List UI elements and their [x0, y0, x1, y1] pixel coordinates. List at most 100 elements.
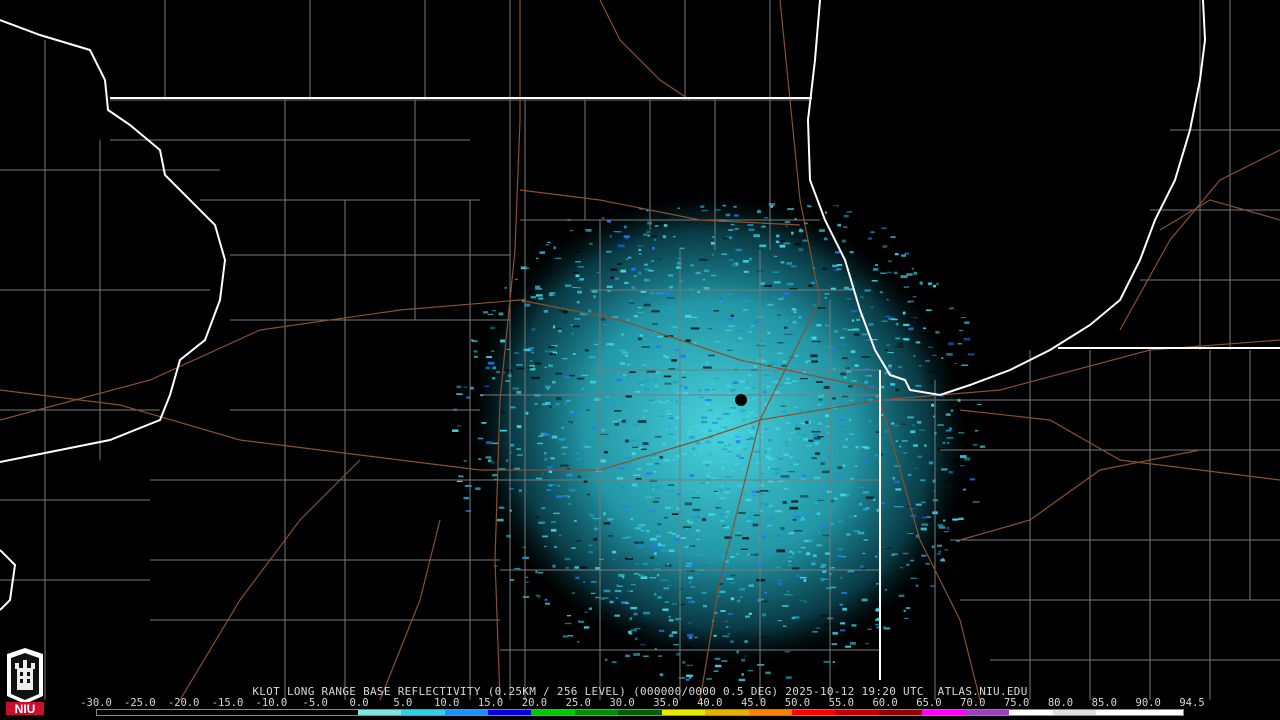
echo-speckle	[919, 282, 923, 285]
echo-gap	[711, 675, 717, 678]
echo-speckle	[752, 397, 757, 400]
echo-speckle	[473, 350, 478, 353]
echo-speckle	[478, 458, 482, 460]
echo-speckle	[964, 457, 971, 461]
echo-speckle	[923, 327, 926, 330]
echo-speckle	[837, 420, 841, 423]
echo-gap	[593, 537, 598, 541]
echo-speckle	[650, 347, 658, 349]
echo-speckle	[890, 383, 896, 386]
echo-speckle	[872, 268, 879, 271]
echo-speckle	[932, 354, 937, 356]
echo-speckle	[569, 230, 574, 232]
echo-gap	[951, 357, 959, 359]
echo-speckle	[564, 495, 568, 497]
echo-speckle	[709, 453, 712, 456]
echo-gap	[572, 591, 582, 593]
echo-speckle	[747, 374, 753, 377]
echo-speckle	[796, 357, 803, 360]
echo-speckle	[865, 507, 870, 510]
echo-speckle	[675, 400, 679, 403]
echo-speckle	[849, 418, 852, 421]
echo-speckle	[910, 559, 915, 562]
echo-speckle	[735, 248, 742, 252]
echo-speckle	[567, 495, 570, 498]
echo-gap	[629, 371, 636, 373]
echo-gap	[632, 446, 639, 448]
echo-speckle	[777, 620, 782, 622]
echo-gap	[664, 382, 672, 385]
scale-label: 35.0	[653, 697, 679, 709]
echo-speckle	[728, 325, 735, 327]
echo-speckle	[743, 493, 747, 496]
echo-speckle	[589, 513, 592, 517]
echo-speckle	[787, 590, 790, 593]
echo-speckle	[625, 654, 630, 658]
echo-speckle	[901, 440, 908, 442]
echo-speckle	[463, 496, 469, 500]
echo-speckle	[711, 422, 718, 424]
echo-speckle	[705, 463, 710, 467]
echo-gap	[723, 194, 728, 197]
echo-gap	[811, 457, 817, 460]
echo-speckle	[789, 464, 793, 466]
echo-speckle	[915, 384, 922, 387]
echo-speckle	[927, 282, 933, 286]
echo-speckle	[963, 337, 971, 341]
echo-speckle	[544, 452, 547, 455]
echo-speckle	[720, 513, 725, 517]
echo-speckle	[588, 544, 593, 547]
echo-speckle	[689, 474, 695, 477]
echo-gap	[749, 553, 759, 556]
echo-gap	[655, 222, 664, 225]
echo-speckle	[749, 431, 755, 434]
echo-speckle	[743, 309, 748, 311]
echo-speckle	[730, 223, 735, 226]
echo-gap	[884, 235, 889, 238]
echo-gap	[822, 534, 830, 537]
echo-speckle	[569, 488, 576, 492]
echo-gap	[742, 656, 750, 658]
echo-speckle	[722, 635, 729, 638]
echo-speckle	[689, 435, 695, 439]
echo-gap	[837, 466, 843, 469]
echo-speckle	[775, 510, 783, 513]
echo-gap	[789, 506, 799, 510]
echo-speckle	[917, 455, 923, 458]
echo-speckle	[849, 641, 856, 645]
echo-gap	[569, 374, 575, 377]
echo-speckle	[918, 429, 926, 431]
echo-speckle	[892, 476, 896, 480]
echo-gap	[666, 297, 675, 299]
echo-speckle	[748, 411, 754, 414]
scale-label: 15.0	[477, 697, 504, 709]
echo-speckle	[797, 551, 802, 553]
echo-speckle	[629, 338, 633, 341]
echo-gap	[832, 397, 836, 400]
echo-speckle	[728, 259, 734, 261]
echo-speckle	[576, 452, 579, 455]
echo-speckle	[750, 520, 758, 524]
echo-gap	[813, 437, 821, 440]
echo-gap	[641, 346, 650, 348]
echo-gap	[724, 236, 729, 240]
echo-speckle	[776, 234, 780, 238]
echo-speckle	[645, 279, 651, 282]
echo-speckle	[624, 281, 629, 284]
colorbar-segment	[183, 710, 228, 715]
echo-gap	[549, 405, 553, 408]
echo-speckle	[726, 304, 732, 306]
echo-speckle	[976, 403, 982, 406]
echo-speckle	[868, 420, 872, 422]
echo-speckle	[611, 558, 616, 560]
echo-speckle	[798, 316, 802, 319]
echo-speckle	[623, 225, 627, 229]
scale-label: -25.0	[124, 697, 156, 709]
colorbar-segment	[270, 710, 315, 715]
echo-gap	[953, 459, 960, 463]
echo-speckle	[915, 503, 922, 506]
echo-gap	[707, 328, 713, 330]
echo-speckle	[562, 635, 568, 638]
echo-gap	[683, 526, 692, 529]
echo-speckle	[680, 280, 683, 282]
